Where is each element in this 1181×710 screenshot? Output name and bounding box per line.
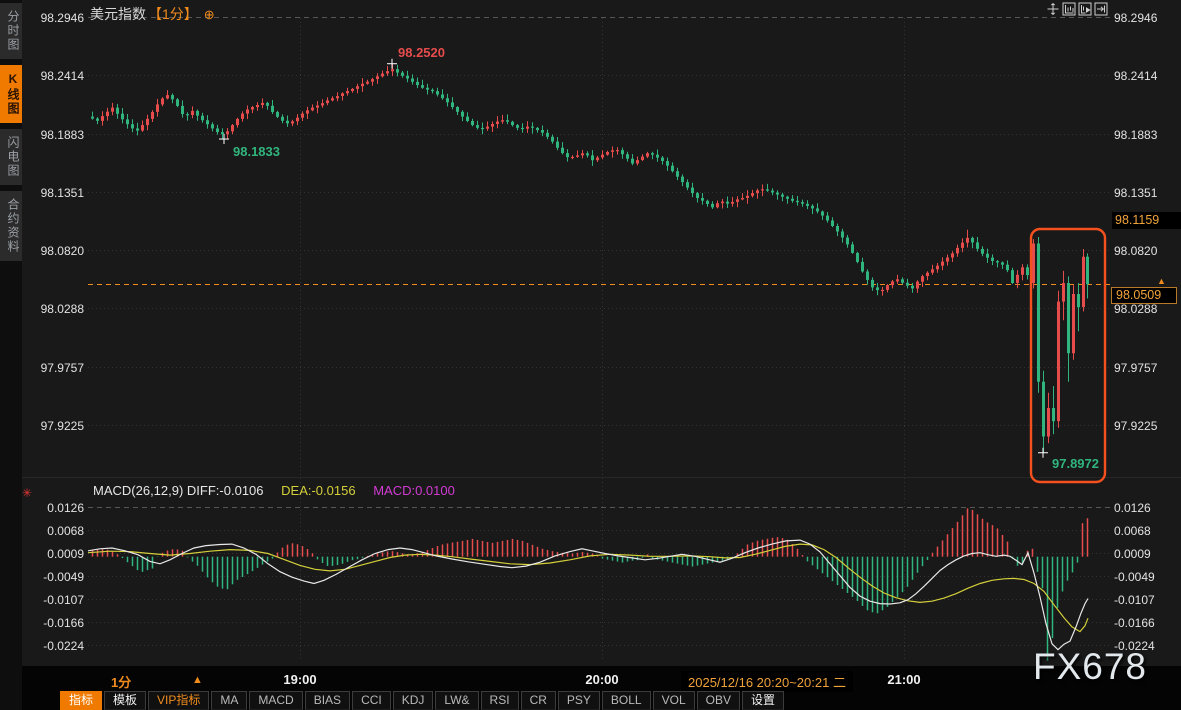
period-label: 1分 [111, 675, 131, 690]
macd-dea-value: DEA:-0.0156 [281, 483, 355, 498]
indicator-tab-MA[interactable]: MA [211, 691, 247, 710]
indicator-tab-MACD[interactable]: MACD [249, 691, 302, 710]
chart-left-axis-icon[interactable] [1062, 2, 1076, 16]
period-selector[interactable]: 1分 [111, 672, 131, 691]
left-tab-rail: 分时图 K线图闪电图合约资料 [0, 0, 22, 710]
macd-diff-value: MACD(26,12,9) DIFF:-0.0106 [93, 483, 264, 498]
indicator-tab-KDJ[interactable]: KDJ [393, 691, 434, 710]
sidebar-tab-闪电图[interactable]: 闪电图 [0, 129, 22, 185]
chart-canvas[interactable] [0, 0, 1181, 710]
watermark: FX678 [1033, 646, 1147, 688]
indicator-tab-CR[interactable]: CR [521, 691, 556, 710]
sidebar-tab-分时图[interactable]: 分时图 [0, 3, 22, 59]
period-tag: 【1分】 [148, 6, 198, 22]
macd-header: MACD(26,12,9) DIFF:-0.0106 DEA:-0.0156 M… [93, 483, 455, 498]
indicator-tab-设置[interactable]: 设置 [742, 691, 784, 710]
range-high-label: 98.1159 [1112, 212, 1181, 229]
indicator-tab-BOLL[interactable]: BOLL [602, 691, 651, 710]
indicator-tab-模板[interactable]: 模板 [104, 691, 146, 710]
indicator-tab-LW&[interactable]: LW& [435, 691, 478, 710]
trading-app-window: 分时图K线图闪电图合约资料 美元指数【1分】⊕ 98.294698.241498… [0, 0, 1181, 710]
jump-to-latest-icon[interactable] [1094, 2, 1108, 16]
sidebar-tab-合约资料[interactable]: 合约资料 [0, 191, 22, 261]
macd-macd-value: MACD:0.0100 [373, 483, 455, 498]
last-price-label: 98.0509 [1111, 287, 1177, 304]
expand-icon[interactable]: ⊕ [204, 7, 215, 22]
chart-title: 美元指数【1分】 ⊕ [90, 4, 215, 24]
time-range-info: 2025/12/16 20:20~20:21 二 [681, 671, 853, 692]
last-price-arrow-icon: ▲ [1157, 276, 1166, 286]
chart-toolbar [1046, 2, 1108, 16]
period-dropdown-arrow-icon[interactable]: ▲ [192, 674, 203, 686]
indicator-tab-VIP指标[interactable]: VIP指标 [148, 691, 209, 710]
indicator-tab-CCI[interactable]: CCI [352, 691, 391, 710]
indicator-tab-VOL[interactable]: VOL [653, 691, 695, 710]
macd-indicator-icon[interactable]: ✳ [22, 486, 32, 500]
chart-autoplay-icon[interactable] [1078, 2, 1092, 16]
indicator-tab-bar: 指标模板VIP指标MAMACDBIASCCIKDJLW&RSICRPSYBOLL… [60, 691, 784, 710]
indicator-tab-OBV[interactable]: OBV [697, 691, 740, 710]
indicator-tab-RSI[interactable]: RSI [481, 691, 519, 710]
indicator-tab-BIAS[interactable]: BIAS [305, 691, 350, 710]
indicator-tab-指标[interactable]: 指标 [60, 691, 102, 710]
symbol-title: 美元指数 [90, 6, 146, 22]
sidebar-tab-K线图[interactable]: K线图 [0, 65, 22, 123]
crosshair-move-icon[interactable] [1046, 2, 1060, 16]
indicator-tab-PSY[interactable]: PSY [558, 691, 600, 710]
